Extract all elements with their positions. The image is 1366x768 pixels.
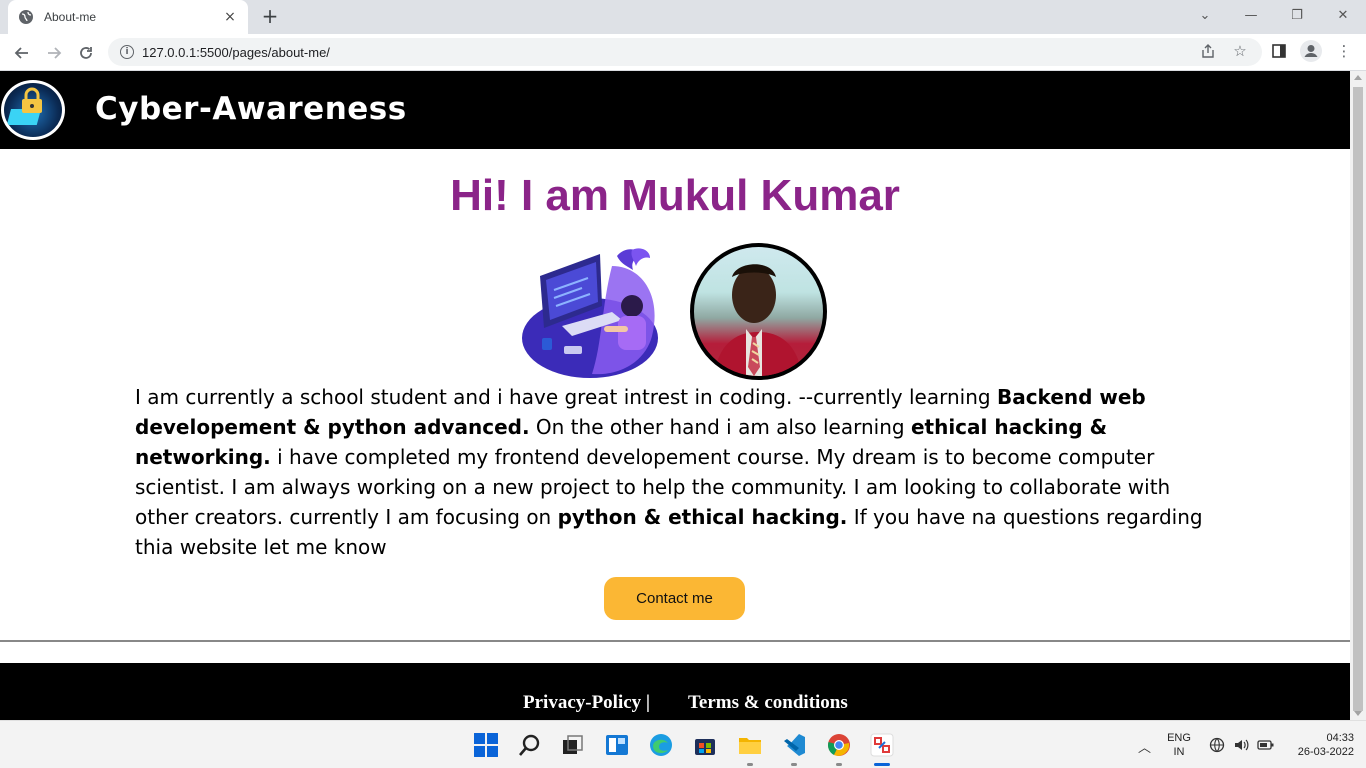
new-tab-button[interactable]: + xyxy=(258,4,282,28)
bookmark-star-icon[interactable]: ☆ xyxy=(1228,39,1252,63)
chrome-running-indicator xyxy=(836,763,842,766)
page-scrollbar[interactable] xyxy=(1350,71,1366,720)
browser-toolbar: i 127.0.0.1:5500/pages/about-me/ ☆ ⋮ xyxy=(0,34,1366,71)
tab-close-icon[interactable]: × xyxy=(222,9,238,25)
site-info-icon[interactable]: i xyxy=(120,45,134,59)
profile-photo xyxy=(690,243,827,380)
site-brand[interactable]: Cyber-Awareness xyxy=(95,91,407,127)
page-title: Hi! I am Mukul Kumar xyxy=(450,171,900,220)
system-clock[interactable]: 04:33 26-03-2022 xyxy=(1284,731,1354,759)
task-view-icon[interactable] xyxy=(560,732,586,758)
volume-icon[interactable] xyxy=(1233,737,1249,757)
snipping-active-indicator xyxy=(874,763,890,766)
nav-tips[interactable]: Tips xyxy=(52,71,84,90)
browser-tab[interactable]: About-me × xyxy=(8,0,248,34)
explorer-running-indicator xyxy=(747,763,753,766)
close-window-button[interactable]: ✕ xyxy=(1320,0,1366,30)
footer-terms-link[interactable]: Terms & conditions xyxy=(688,692,848,714)
site-nav: Home Tips About-me Contact xyxy=(0,71,1350,90)
page-viewport: Cyber-Awareness Home Tips About-me Conta… xyxy=(0,71,1350,720)
scroll-down-icon[interactable] xyxy=(1354,711,1362,716)
back-icon[interactable] xyxy=(8,39,36,67)
snipping-tool-icon[interactable] xyxy=(869,732,895,758)
network-icon[interactable] xyxy=(1209,737,1225,757)
site-header: Cyber-Awareness Home Tips About-me Conta… xyxy=(0,71,1350,149)
forward-icon[interactable] xyxy=(40,39,68,67)
about-me-paragraph: I am currently a school student and i ha… xyxy=(135,382,1215,562)
browser-menu-icon[interactable]: ⋮ xyxy=(1332,39,1356,63)
contact-me-button[interactable]: Contact me xyxy=(604,577,745,620)
region-code: IN xyxy=(1173,746,1185,758)
tab-search-icon[interactable]: ⌄ xyxy=(1182,0,1228,30)
divider xyxy=(0,640,1350,642)
scroll-up-icon[interactable] xyxy=(1354,75,1362,80)
restore-button[interactable]: ❐ xyxy=(1274,0,1320,30)
site-logo[interactable] xyxy=(1,80,65,140)
nav-about-me[interactable]: About-me xyxy=(90,71,169,90)
nav-contact[interactable]: Contact xyxy=(173,71,235,90)
clock-time: 04:33 xyxy=(1326,732,1354,744)
store-icon[interactable] xyxy=(692,732,718,758)
start-icon[interactable] xyxy=(473,732,499,758)
globe-icon xyxy=(19,10,33,24)
input-language[interactable]: ENG IN xyxy=(1164,731,1194,759)
bio-highlight-focus: python & ethical hacking. xyxy=(557,505,848,529)
widgets-icon[interactable] xyxy=(604,732,630,758)
vscode-icon[interactable] xyxy=(781,732,807,758)
bio-text-2: On the other hand i am also learning xyxy=(529,415,911,439)
language-code: ENG xyxy=(1167,732,1191,744)
profile-icon[interactable] xyxy=(1299,39,1323,63)
tab-title: About-me xyxy=(44,10,97,24)
tray-overflow-chevron-icon[interactable]: ︿ xyxy=(1138,737,1151,756)
share-icon[interactable] xyxy=(1196,39,1220,63)
vscode-running-indicator xyxy=(791,763,797,766)
footer-privacy-link[interactable]: Privacy-Policy | xyxy=(523,692,650,714)
chrome-icon[interactable] xyxy=(826,732,852,758)
scrollbar-thumb[interactable] xyxy=(1353,87,1363,711)
minimize-button[interactable]: — xyxy=(1228,0,1274,30)
search-icon[interactable] xyxy=(517,732,543,758)
clock-date: 26-03-2022 xyxy=(1297,746,1354,758)
side-panel-icon[interactable] xyxy=(1267,39,1291,63)
edge-icon[interactable] xyxy=(648,732,674,758)
address-bar[interactable]: i 127.0.0.1:5500/pages/about-me/ xyxy=(108,38,1262,66)
file-explorer-icon[interactable] xyxy=(737,732,763,758)
bio-text-1: I am currently a school student and i ha… xyxy=(135,385,997,409)
coding-illustration xyxy=(522,248,658,378)
battery-icon[interactable] xyxy=(1257,737,1275,757)
site-footer: Privacy-Policy | Terms & conditions xyxy=(0,663,1350,720)
browser-tab-strip: About-me × + ⌄ — ❐ ✕ xyxy=(0,0,1366,34)
url-text: 127.0.0.1:5500/pages/about-me/ xyxy=(142,44,330,60)
reload-icon[interactable] xyxy=(72,39,100,67)
windows-taskbar: ︿ ENG IN 04:33 26-03-2022 xyxy=(0,720,1366,768)
